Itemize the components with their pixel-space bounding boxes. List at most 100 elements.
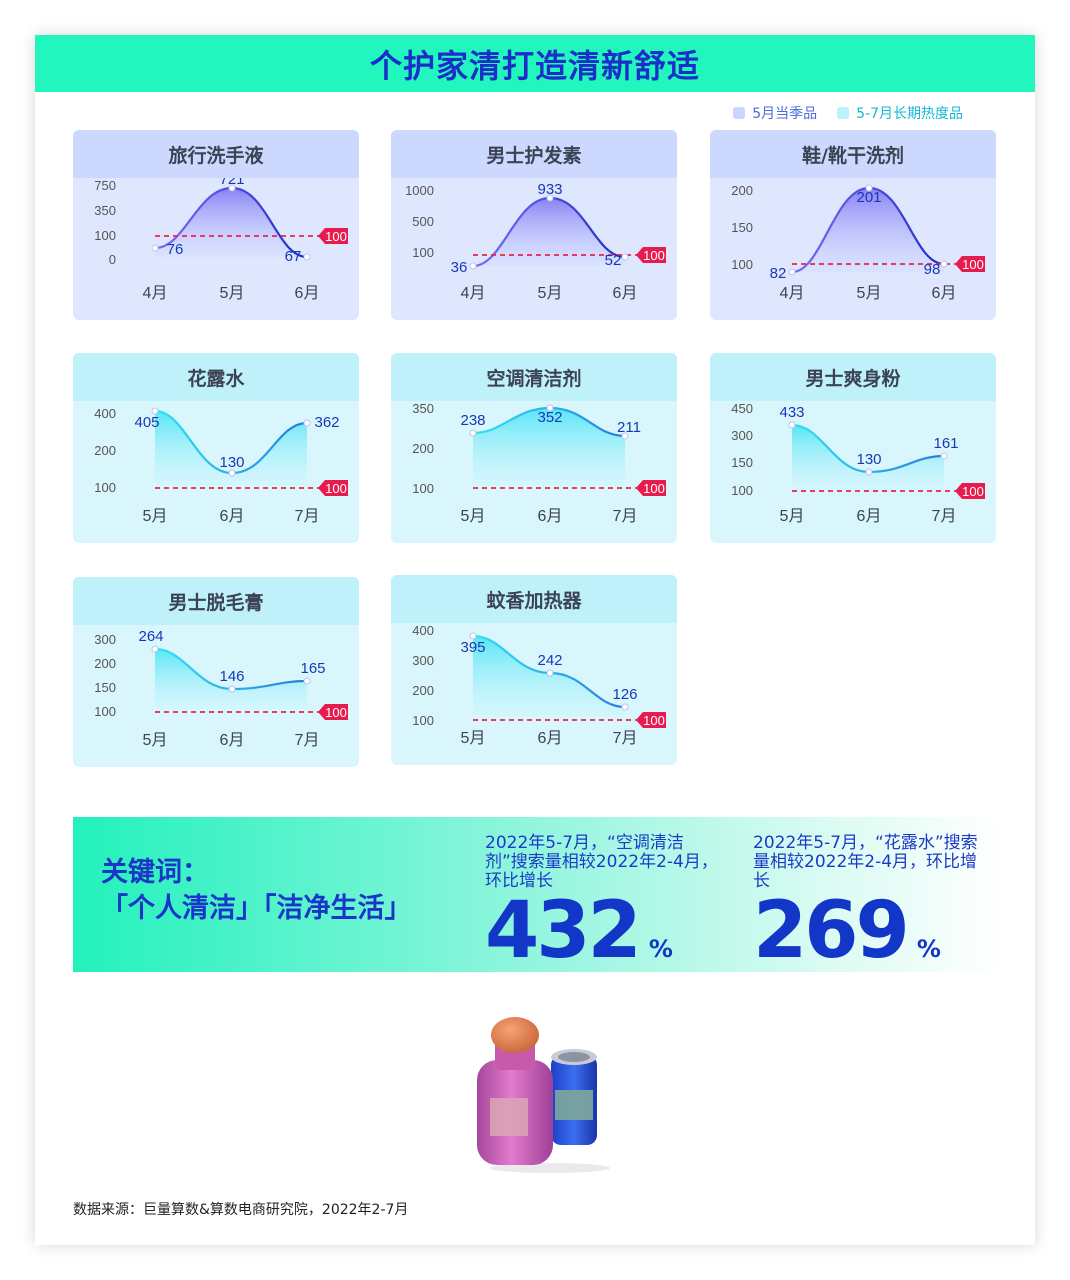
data-label: 264 (138, 628, 163, 645)
line-chart: 400 200 100 100 405 130 362 5月 6月 7月 (94, 406, 348, 525)
line-chart: 350 200 100 100 238 352 211 5月 6月 7月 (412, 401, 666, 525)
y-tick-label: 300 (412, 653, 434, 668)
baseline-tag: 100 (955, 256, 985, 272)
legend-label-season: 5月当季品 (752, 106, 818, 122)
y-tick-label: 750 (94, 178, 116, 193)
data-point (788, 268, 796, 276)
stat-value: 269 (753, 886, 910, 976)
data-point (469, 262, 477, 270)
x-tick-label: 6月 (932, 285, 957, 302)
line-chart: 450 300 150 100 100 433 130 161 5月 6月 7月 (731, 401, 985, 525)
y-tick-label: 200 (412, 683, 434, 698)
y-tick-label: 100 (412, 481, 434, 496)
chart-card-4: 花露水 400 200 100 100 405 130 362 5月 6月 7月 (73, 353, 359, 543)
data-label: 242 (537, 652, 562, 669)
x-tick-label: 4月 (780, 285, 805, 302)
data-label: 395 (460, 639, 485, 656)
stat-unit: % (648, 935, 673, 963)
chart-card-7: 男士脱毛膏 300 200 150 100 100 264 146 165 5月 6月 7月 (73, 577, 359, 767)
line-chart: 1000 500 100 100 36 933 52 4月 5月 6月 (405, 181, 666, 302)
baseline-value: 100 (643, 713, 665, 728)
stat-unit: % (916, 935, 941, 963)
line-chart: 300 200 150 100 100 264 146 165 5月 6月 7月 (94, 628, 348, 749)
chart-title: 空调清洁剂 (391, 353, 677, 401)
y-tick-label: 450 (731, 401, 753, 416)
data-point (303, 253, 311, 261)
x-tick-label: 5月 (461, 508, 486, 525)
data-point (303, 677, 311, 685)
baseline-tag: 100 (636, 712, 666, 728)
keyword-banner: 关键词： 「个人清洁」「洁净生活」 2022年5-7月，“空调清洁剂”搜索量相较… (73, 817, 1003, 972)
y-tick-label: 400 (412, 623, 434, 638)
chart-card-8: 蚊香加热器 400 300 200 100 100 395 242 126 5月 6月 7月 (391, 575, 677, 765)
baseline-value: 100 (962, 257, 984, 272)
y-tick-label: 350 (412, 401, 434, 416)
data-label: 36 (451, 259, 468, 276)
data-label: 933 (537, 181, 562, 198)
chart-title: 鞋/靴干洗剂 (710, 130, 996, 178)
y-tick-label: 400 (94, 406, 116, 421)
legend-label-long: 5-7月长期热度品 (856, 106, 963, 122)
data-point (940, 452, 948, 460)
data-point (621, 703, 629, 711)
x-tick-label: 5月 (143, 508, 168, 525)
title-banner: 个护家清打造清新舒适 (35, 35, 1035, 92)
x-tick-label: 5月 (143, 732, 168, 749)
y-tick-label: 150 (94, 680, 116, 695)
stat-value: 432 (485, 886, 642, 976)
line-chart: 200 150 100 100 82 201 98 4月 5月 6月 (731, 183, 985, 302)
stat-description: 2022年5-7月，“花露水”搜索量相较2022年2-4月，环比增长 (753, 833, 978, 891)
chart-card-1: 旅行洗手液 750 350 100 0 100 76 721 67 4月 5月 6月 (73, 130, 359, 320)
x-tick-label: 4月 (143, 285, 168, 302)
data-point (546, 669, 554, 677)
data-label: 161 (933, 435, 958, 452)
y-tick-label: 300 (731, 428, 753, 443)
keywords-label: 关键词： (101, 857, 209, 888)
y-tick-label: 0 (109, 252, 116, 267)
data-label: 362 (314, 414, 339, 431)
line-chart: 750 350 100 0 100 76 721 67 4月 5月 6月 (94, 178, 348, 302)
x-tick-label: 7月 (932, 508, 957, 525)
chart-card-5: 空调清洁剂 350 200 100 100 238 352 211 5月 6月 7月 (391, 353, 677, 543)
x-tick-label: 6月 (220, 508, 245, 525)
baseline-value: 100 (643, 248, 665, 263)
y-tick-label: 100 (94, 228, 116, 243)
x-tick-label: 5月 (220, 285, 245, 302)
chart-title: 花露水 (73, 353, 359, 401)
y-tick-label: 500 (412, 214, 434, 229)
data-point (940, 260, 948, 268)
y-tick-label: 1000 (405, 183, 434, 198)
y-tick-label: 100 (94, 480, 116, 495)
data-point (151, 645, 159, 653)
legend-item-season: 5月当季品 (733, 103, 817, 123)
line-chart: 400 300 200 100 100 395 242 126 5月 6月 7月 (412, 623, 666, 747)
stat-description: 2022年5-7月，“空调清洁剂”搜索量相较2022年2-4月，环比增长 (485, 833, 718, 891)
y-tick-label: 150 (731, 220, 753, 235)
chart-card-2: 男士护发素 1000 500 100 100 36 933 52 4月 5月 6月 (391, 130, 677, 320)
baseline-tag: 100 (636, 480, 666, 496)
data-point (303, 419, 311, 427)
x-tick-label: 6月 (295, 285, 320, 302)
x-tick-label: 5月 (461, 730, 486, 747)
chart-title: 旅行洗手液 (73, 130, 359, 178)
series-area (473, 636, 625, 720)
chart-title: 男士爽身粉 (710, 353, 996, 401)
x-tick-label: 7月 (295, 732, 320, 749)
y-tick-label: 100 (94, 704, 116, 719)
x-tick-label: 5月 (780, 508, 805, 525)
data-point (865, 468, 873, 476)
data-label: 52 (605, 252, 622, 269)
data-label: 211 (617, 419, 641, 436)
page: 个护家清打造清新舒适 5月当季品 5-7月长期热度品 旅行洗手液 750 350 1… (35, 35, 1035, 1245)
data-label: 130 (219, 454, 244, 471)
y-tick-label: 100 (731, 483, 753, 498)
legend-item-long: 5-7月长期热度品 (837, 103, 963, 123)
data-label: 76 (167, 241, 184, 258)
y-tick-label: 200 (412, 441, 434, 456)
chart-title: 蚊香加热器 (391, 575, 677, 623)
y-tick-label: 200 (94, 656, 116, 671)
keywords: 关键词： 「个人清洁」「洁净生活」 (101, 855, 412, 927)
y-tick-label: 100 (731, 257, 753, 272)
baseline-tag: 100 (318, 704, 348, 720)
legend: 5月当季品 5-7月长期热度品 (733, 103, 963, 123)
